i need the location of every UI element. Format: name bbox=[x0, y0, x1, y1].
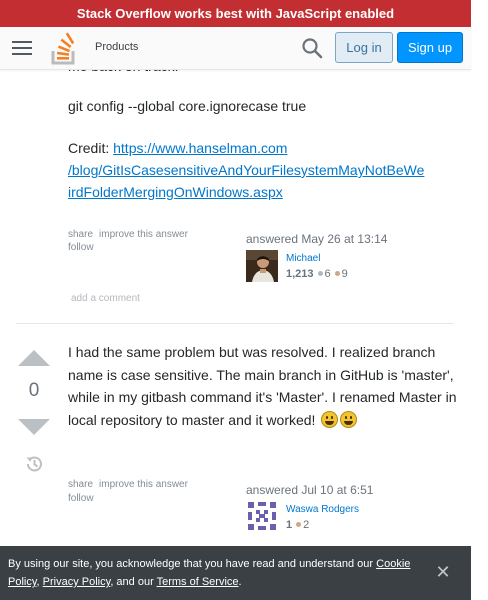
credit-link-line-3[interactable]: irdFolderMergingOnWindows.aspx bbox=[68, 184, 283, 200]
answer1-credit: Credit: https://www.hanselman.com/blog/G… bbox=[68, 137, 468, 203]
answer2-body: I had the same problem but was resolved.… bbox=[68, 341, 458, 431]
avatar[interactable] bbox=[246, 500, 278, 532]
add-comment-link[interactable]: add a comment bbox=[71, 293, 140, 304]
reputation-score: 1,213 bbox=[286, 268, 314, 280]
upvote-button[interactable] bbox=[18, 350, 50, 366]
bronze-badge-icon bbox=[334, 271, 340, 277]
answer1-command: git config --global core.ignorecase true bbox=[68, 98, 307, 114]
vote-count: 0 bbox=[28, 380, 40, 401]
answer2-timestamp: answered Jul 10 at 6:51 bbox=[246, 483, 374, 497]
stackoverflow-logo[interactable] bbox=[50, 32, 78, 66]
reputation-score: 1 bbox=[286, 519, 293, 531]
credit-prefix: Credit: bbox=[68, 140, 114, 156]
top-bar: Products Log in Sign up bbox=[0, 27, 471, 70]
javascript-notice-text: Stack Overflow works best with JavaScrip… bbox=[76, 6, 395, 21]
grinning-face-emoji-icon bbox=[340, 410, 358, 428]
cookie-text: By using our site, you acknowledge that … bbox=[8, 558, 377, 570]
hamburger-icon[interactable] bbox=[12, 41, 32, 57]
answer2-user-name[interactable]: Waswa Rodgers bbox=[286, 504, 359, 515]
privacy-policy-link[interactable]: Privacy Policy bbox=[43, 576, 111, 588]
silver-badge-count: 6 bbox=[324, 268, 331, 280]
close-icon[interactable]: ✕ bbox=[434, 563, 452, 581]
answer2-post-menu: share improve this answer bbox=[68, 479, 194, 490]
grinning-face-emoji-icon bbox=[321, 410, 339, 428]
answer2-follow: follow bbox=[68, 493, 100, 504]
share-link[interactable]: share bbox=[68, 479, 93, 490]
credit-link-line-2[interactable]: /blog/GitIsCasesensitiveAndYourFilesyste… bbox=[68, 162, 424, 178]
answer1-follow: follow bbox=[68, 242, 100, 253]
improve-answer-link[interactable]: improve this answer bbox=[99, 479, 188, 490]
products-menu[interactable]: Products bbox=[95, 41, 138, 53]
signup-button[interactable]: Sign up bbox=[397, 32, 463, 63]
search-icon[interactable] bbox=[300, 36, 324, 60]
share-link[interactable]: share bbox=[68, 229, 93, 240]
silver-badge-icon bbox=[317, 271, 323, 277]
avatar[interactable] bbox=[246, 250, 278, 282]
javascript-notice-bar: Stack Overflow works best with JavaScrip… bbox=[0, 0, 471, 27]
bronze-badge-count: 9 bbox=[341, 268, 348, 280]
history-icon[interactable] bbox=[24, 454, 44, 474]
bronze-badge-count: 2 bbox=[303, 519, 310, 531]
terms-of-service-link[interactable]: Terms of Service bbox=[157, 576, 239, 588]
credit-link[interactable]: https://www.hanselman.com/blog/GitIsCase… bbox=[68, 140, 424, 200]
answer1-user-name[interactable]: Michael bbox=[286, 253, 320, 264]
login-button[interactable]: Log in bbox=[335, 32, 393, 63]
answer2-text: I had the same problem but was resolved.… bbox=[68, 344, 457, 428]
answer2-user-rep: 12 bbox=[286, 519, 309, 531]
answer1-timestamp: answered May 26 at 13:14 bbox=[246, 232, 388, 246]
cookie-banner: By using our site, you acknowledge that … bbox=[0, 546, 471, 600]
bronze-badge-icon bbox=[296, 522, 302, 528]
downvote-button[interactable] bbox=[18, 419, 50, 435]
follow-link[interactable]: follow bbox=[68, 242, 94, 253]
answer-divider bbox=[16, 323, 454, 324]
answer1-user-rep: 1,213 6 9 bbox=[286, 268, 348, 280]
follow-link[interactable]: follow bbox=[68, 493, 94, 504]
cookie-separator: , and our bbox=[110, 576, 157, 588]
credit-link-line-1[interactable]: https://www.hanselman.com bbox=[113, 140, 287, 156]
answer1-post-menu: share improve this answer bbox=[68, 229, 194, 240]
improve-answer-link[interactable]: improve this answer bbox=[99, 229, 188, 240]
cookie-period: . bbox=[238, 576, 242, 588]
